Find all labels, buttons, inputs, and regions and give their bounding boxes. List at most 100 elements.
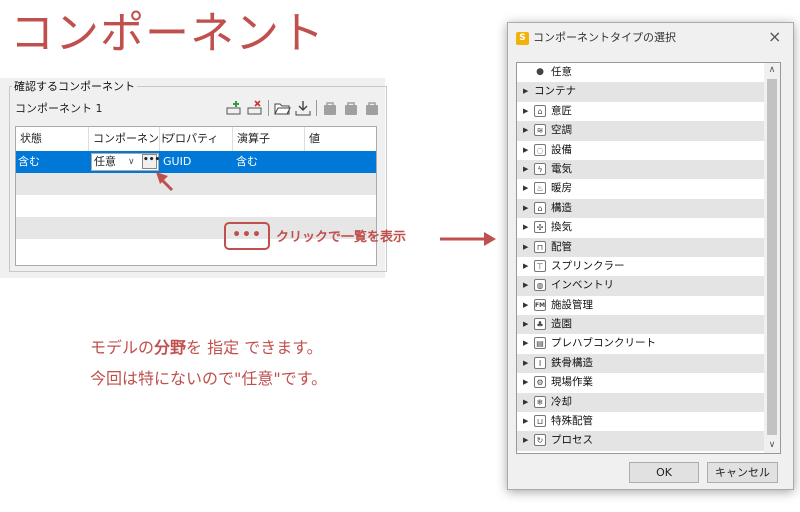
expand-arrow-icon[interactable]: ▶ <box>523 257 528 276</box>
tree-item[interactable]: ▶ I 鉄骨構造 <box>517 353 765 374</box>
empty-row <box>16 173 376 195</box>
cell-operator[interactable]: 含む <box>234 151 258 173</box>
ellipsis-button[interactable]: ••• <box>142 154 160 169</box>
tree-item[interactable]: ▶ FM 施設管理 <box>517 296 765 315</box>
note-text: を 指定 できます。 <box>186 338 323 357</box>
tree-item-label: 施設管理 <box>551 298 593 311</box>
ok-button[interactable]: OK <box>629 462 699 483</box>
grid-toolbar <box>225 98 381 118</box>
expand-arrow-icon[interactable]: ▶ <box>523 141 528 160</box>
electric-icon: ϟ <box>534 162 546 175</box>
fan-icon: ✣ <box>534 221 546 234</box>
toolbar-separator <box>316 100 317 116</box>
add-row-icon[interactable] <box>225 99 243 117</box>
fm-icon: FM <box>534 298 546 311</box>
tree-item-label: 構造 <box>551 201 572 214</box>
tree-item[interactable]: ▶ ⊤ スプリンクラー <box>517 257 765 276</box>
bag-icon <box>363 99 381 117</box>
header-property[interactable]: プロパティ <box>160 127 233 151</box>
tree-item-label: 現場作業 <box>551 376 593 389</box>
tree-item[interactable]: ▶ ≋ 空調 <box>517 121 765 141</box>
tree-item[interactable]: ▶ ⊓ 配管 <box>517 237 765 257</box>
expand-arrow-icon[interactable]: ▶ <box>523 354 528 373</box>
inventory-icon: ◍ <box>534 279 546 292</box>
special-pipe-icon: ⊔ <box>534 415 546 428</box>
header-operator[interactable]: 演算子 <box>233 127 305 151</box>
tree-item[interactable]: ▶ ⌂ 構造 <box>517 198 765 219</box>
tree-item-label: コンテナ <box>534 85 576 98</box>
tree-item[interactable]: ▶ ⊔ 特殊配管 <box>517 412 765 431</box>
expand-arrow-icon[interactable]: ▶ <box>523 412 528 431</box>
header-state[interactable]: 状態 <box>16 127 89 151</box>
tree-item-label: プロセス <box>551 434 593 447</box>
expand-arrow-icon[interactable]: ▶ <box>523 238 528 257</box>
expand-arrow-icon[interactable]: ▶ <box>523 160 528 179</box>
tree-item[interactable]: ▶ ⌂ 意匠 <box>517 102 765 121</box>
structure-icon: ⌂ <box>534 201 546 214</box>
chevron-down-icon: ∨ <box>128 157 135 167</box>
expand-arrow-icon[interactable]: ▶ <box>523 315 528 334</box>
tree-item[interactable]: ▶ ↻ プロセス <box>517 431 765 451</box>
delete-row-icon[interactable] <box>246 99 264 117</box>
table-row[interactable] <box>16 151 376 173</box>
tree-item-label: 特殊配管 <box>551 415 593 428</box>
scrollbar-thumb[interactable] <box>767 79 777 435</box>
tree-item[interactable]: ▶ ▤ プレハブコンクリート <box>517 334 765 353</box>
bag-icon <box>342 99 360 117</box>
cancel-button[interactable]: キャンセル <box>707 462 778 483</box>
building-icon: ⌂ <box>534 104 546 117</box>
dot-icon: ● <box>534 66 546 78</box>
tree-item-label: 冷却 <box>551 395 572 408</box>
tree-item[interactable]: ▶ ◍ インベントリ <box>517 276 765 296</box>
tree-item[interactable]: ▶ ϟ 電気 <box>517 159 765 180</box>
tree-item[interactable]: ● 任意 <box>517 63 765 82</box>
app-icon: S <box>516 32 529 45</box>
tree-item[interactable]: ▶ ◌ 設備 <box>517 141 765 160</box>
tree-item[interactable]: ▶ ♨ 暖房 <box>517 179 765 198</box>
tree-item-label: スプリンクラー <box>551 259 625 272</box>
tree-item[interactable]: ▶ ✣ 換気 <box>517 218 765 237</box>
download-icon[interactable] <box>294 99 312 117</box>
tree-item-label: 暖房 <box>551 182 572 195</box>
expand-arrow-icon[interactable]: ▶ <box>523 102 528 121</box>
tree-item[interactable]: ▶ コンテナ <box>517 82 765 102</box>
expand-arrow-icon[interactable]: ▶ <box>523 276 528 295</box>
expand-arrow-icon[interactable]: ▶ <box>523 393 528 412</box>
vertical-scrollbar[interactable]: ∧ ∨ <box>764 63 780 453</box>
cooling-icon: ❄ <box>534 395 546 408</box>
tree-item-label: 設備 <box>551 143 572 156</box>
expand-arrow-icon[interactable]: ▶ <box>523 296 528 315</box>
scroll-up-icon[interactable]: ∧ <box>764 63 780 78</box>
callout-arrow <box>440 232 496 246</box>
bag-icon <box>321 99 339 117</box>
expand-arrow-icon[interactable]: ▶ <box>523 218 528 237</box>
expand-arrow-icon[interactable]: ▶ <box>523 334 528 353</box>
expand-arrow-icon[interactable]: ▶ <box>523 82 528 101</box>
tree-item[interactable]: ▶ ♣ 造園 <box>517 315 765 335</box>
tree-item-label: 換気 <box>551 221 572 234</box>
expand-arrow-icon[interactable]: ▶ <box>523 179 528 198</box>
tree-item-label: プレハブコンクリート <box>551 337 656 350</box>
landscape-icon: ♣ <box>534 318 546 331</box>
component-grid: 状態 コンポーネント プロパティ 演算子 値 含む 任意 ∨ ••• GUID … <box>15 126 377 266</box>
close-icon[interactable]: × <box>768 28 781 46</box>
component-type-tree[interactable]: ● 任意 ▶ コンテナ ▶ ⌂ 意匠 ▶ ≋ 空調 ▶ ◌ 設備 ▶ ϟ 電気 ▶ ♨ 暖房 ▶ ⌂ 構造 ▶ ✣ 換気 ▶ ⊓ 配管… <box>516 62 781 454</box>
cell-value[interactable] <box>306 151 308 173</box>
expand-arrow-icon[interactable]: ▶ <box>523 199 528 218</box>
folder-open-icon[interactable] <box>273 99 291 117</box>
component-name-label: コンポーネント 1 <box>15 102 103 115</box>
equipment-icon: ◌ <box>534 143 546 156</box>
expand-arrow-icon[interactable]: ▶ <box>523 373 528 392</box>
cell-state[interactable]: 含む <box>16 151 40 173</box>
page-title: コンポーネント <box>10 8 325 59</box>
tree-item[interactable]: ▶ ❄ 冷却 <box>517 392 765 413</box>
sitework-icon: ⚙ <box>534 376 546 389</box>
steel-icon: I <box>534 356 546 369</box>
expand-arrow-icon[interactable]: ▶ <box>523 121 528 140</box>
header-value[interactable]: 値 <box>305 127 376 151</box>
tree-item[interactable]: ▶ ⚙ 現場作業 <box>517 373 765 392</box>
air-icon: ≋ <box>534 124 546 137</box>
scroll-down-icon[interactable]: ∨ <box>764 438 780 453</box>
expand-arrow-icon[interactable]: ▶ <box>523 431 528 450</box>
header-component[interactable]: コンポーネント <box>89 127 170 151</box>
